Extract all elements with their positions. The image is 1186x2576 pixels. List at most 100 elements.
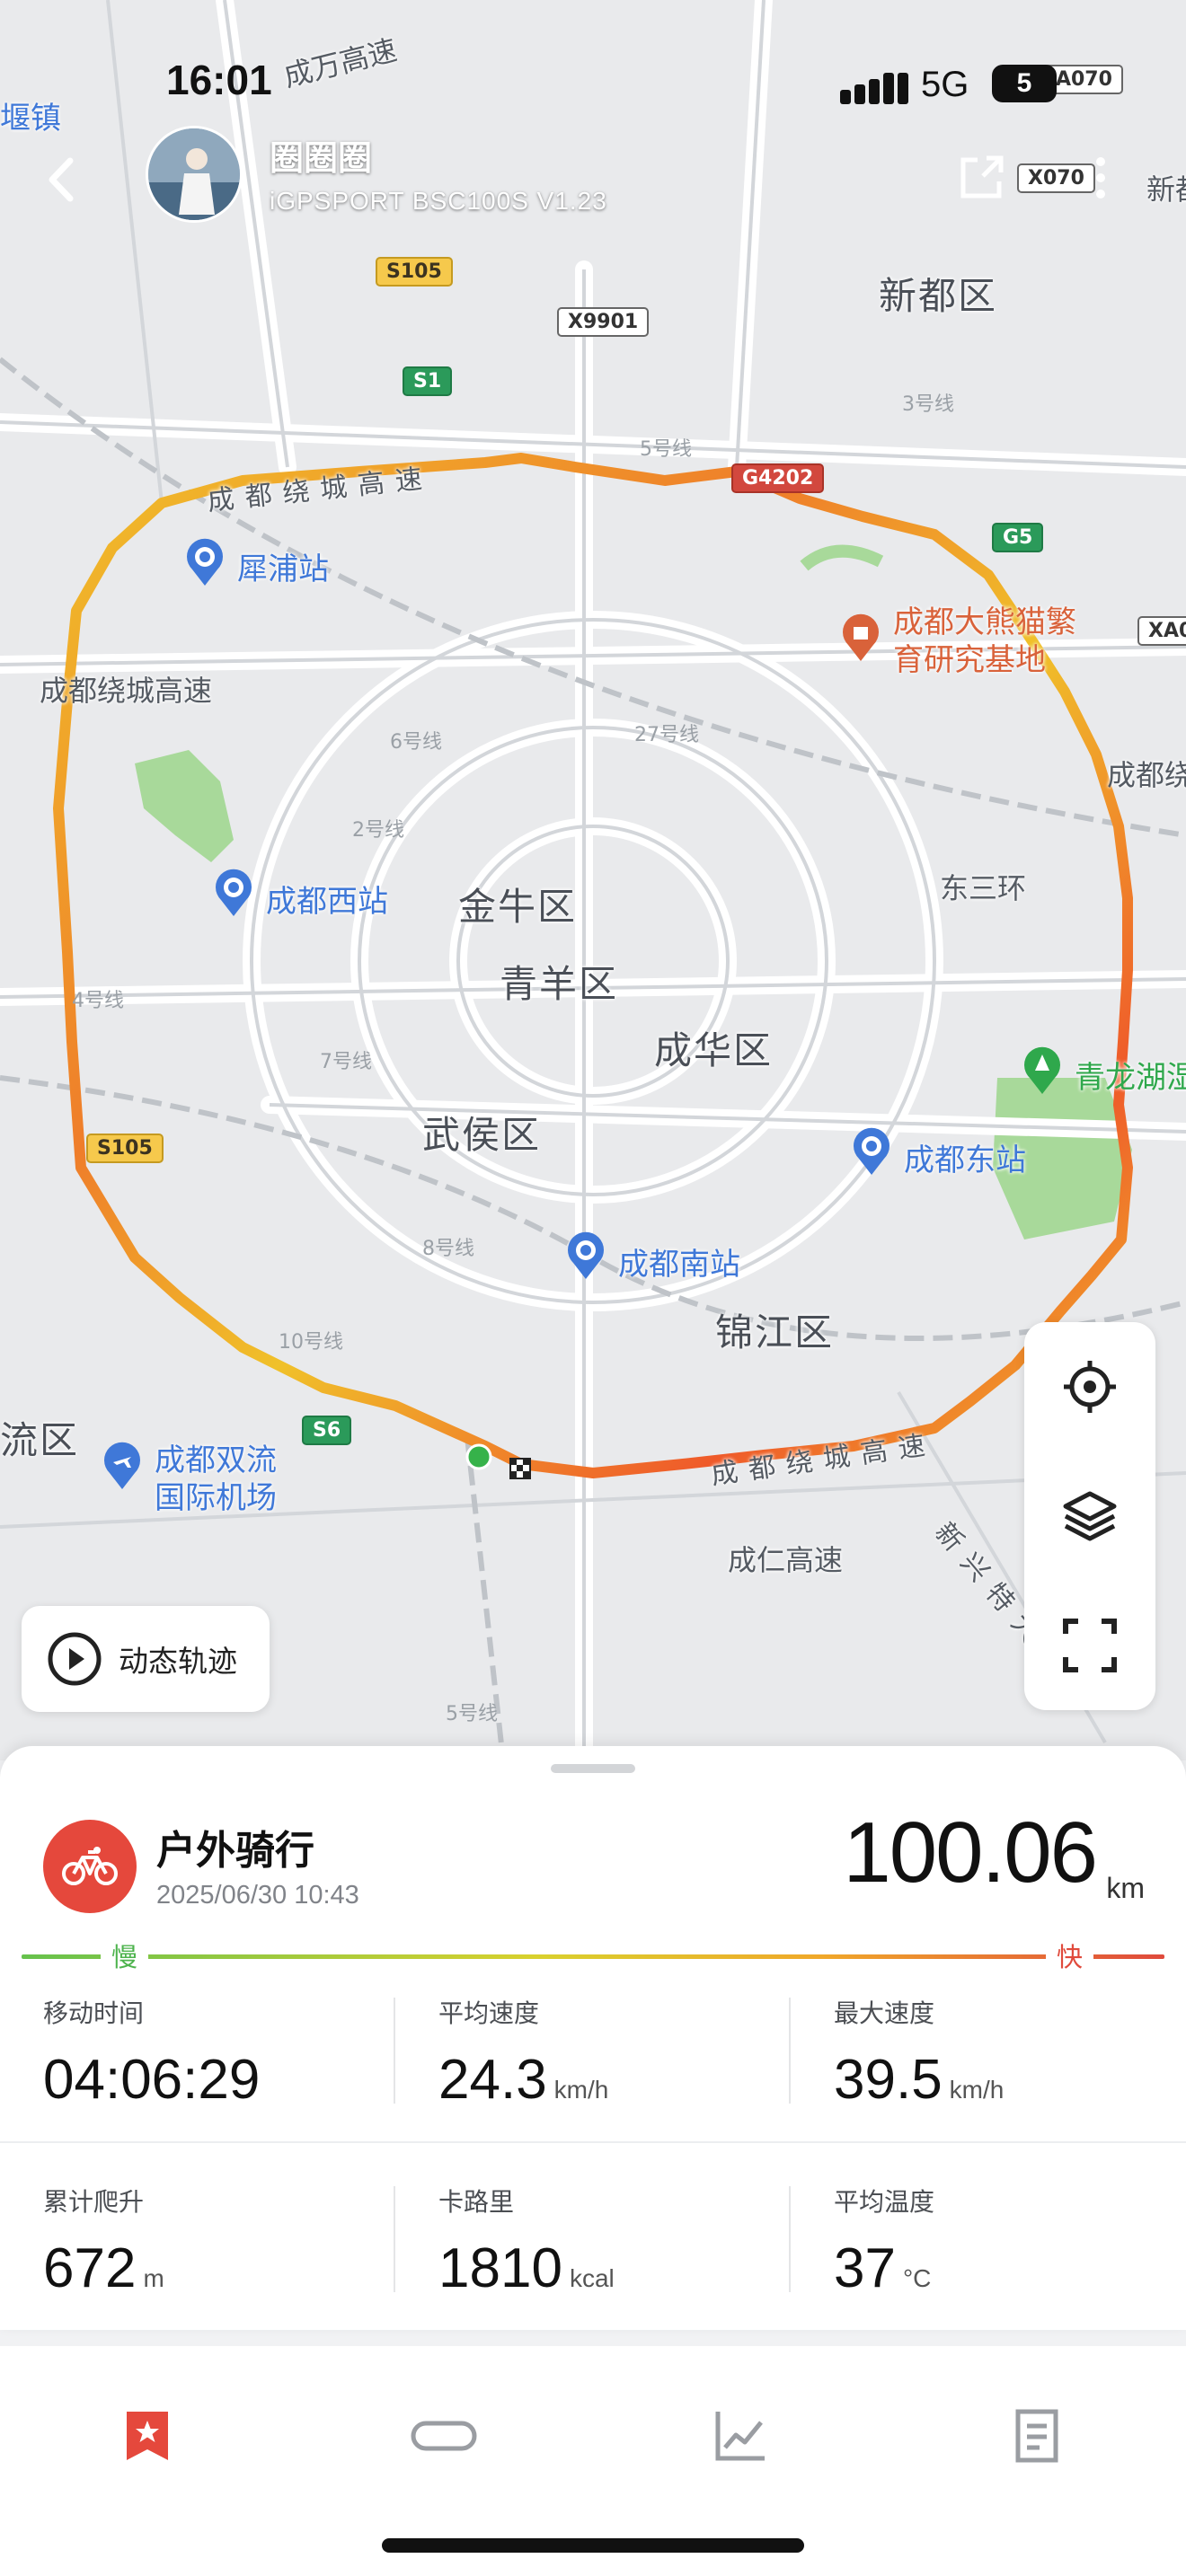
stat-elevation-gain: 累计爬升 672 m — [43, 2183, 438, 2326]
tab-charts[interactable] — [651, 2382, 830, 2490]
poi-label: 犀浦站 — [237, 551, 329, 587]
stat-moving-time: 移动时间 04:06:29 — [43, 1994, 438, 2138]
stat-unit: km/h — [553, 2076, 609, 2104]
battery-indicator: 5 — [992, 65, 1057, 102]
divider — [0, 2141, 1186, 2143]
stat-name: 累计爬升 — [43, 2187, 145, 2217]
panda-base-icon — [839, 613, 882, 663]
road-shield: X9901 — [557, 307, 650, 337]
stat-name: 最大速度 — [834, 1998, 935, 2028]
divider — [394, 1998, 395, 2104]
metro-label: 2号线 — [352, 819, 404, 842]
divider — [789, 2186, 791, 2292]
lap-icon — [411, 2421, 477, 2451]
more-vertical-icon — [1096, 157, 1105, 198]
activity-summary-sheet: 户外骑行 2025/06/30 10:43 100.06 km 慢 快 移动时间… — [0, 1746, 1186, 2330]
district-label: 新都区 — [879, 274, 998, 318]
metro-label: 3号线 — [902, 393, 954, 416]
stat-value: 37 — [834, 2237, 896, 2299]
stat-unit: °C — [902, 2264, 932, 2292]
stat-unit: kcal — [569, 2264, 615, 2292]
bottom-tab-bar — [0, 2346, 1186, 2576]
train-station-icon — [212, 868, 255, 918]
divider — [394, 2186, 395, 2292]
network-type: 5G — [921, 65, 969, 104]
metro-label: 4号线 — [72, 990, 124, 1012]
stat-calories: 卡路里 1810 kcal — [438, 2183, 834, 2326]
metro-label: 7号线 — [320, 1051, 372, 1073]
stat-name: 平均速度 — [438, 1998, 540, 2028]
airport-icon — [101, 1441, 144, 1491]
district-label: 青羊区 — [500, 962, 619, 1006]
chart-icon — [715, 2412, 765, 2461]
stat-name: 平均温度 — [834, 2187, 935, 2217]
distance-unit: km — [1106, 1872, 1145, 1904]
stat-name: 移动时间 — [43, 1998, 145, 2028]
train-station-icon — [183, 537, 226, 587]
stat-value: 672 — [43, 2237, 137, 2299]
stat-value: 1810 — [438, 2237, 562, 2299]
share-button[interactable] — [954, 151, 1008, 205]
chevron-left-icon — [49, 157, 74, 202]
more-button[interactable] — [1087, 151, 1114, 205]
road-shield: S1 — [403, 366, 453, 396]
route-start-marker — [465, 1443, 492, 1470]
road-label: 成仁高速 — [728, 1543, 844, 1577]
tab-laps[interactable] — [354, 2382, 534, 2490]
home-indicator[interactable] — [382, 2538, 804, 2553]
metro-label: 5号线 — [640, 438, 692, 461]
status-time: 16:01 — [166, 57, 272, 103]
poi-label: 育研究基地 — [893, 642, 1046, 678]
avatar[interactable] — [146, 126, 243, 223]
road-shield: G4202 — [731, 463, 825, 493]
road-shield: X070 — [1017, 163, 1095, 193]
stat-avg-speed: 平均速度 24.3 km/h — [438, 1994, 834, 2138]
road-label: 成都绕城高速 — [1107, 758, 1186, 792]
dynamic-track-button[interactable]: 动态轨迹 — [22, 1606, 270, 1712]
metro-label: 27号线 — [634, 724, 699, 746]
speed-fast-label: 快 — [1046, 1936, 1094, 1974]
dynamic-track-label: 动态轨迹 — [119, 1644, 237, 1679]
stat-value: 24.3 — [438, 2049, 547, 2111]
user-name: 圈圈圈 — [270, 138, 373, 178]
poi-label: 成都大熊猫繁 — [893, 604, 1076, 640]
activity-type: 户外骑行 — [156, 1828, 314, 1874]
activity-distance: 100.06 — [843, 1804, 1098, 1901]
road-label: 东三环 — [940, 871, 1027, 905]
road-shield: XA0 — [1137, 616, 1186, 646]
park-icon — [1021, 1045, 1064, 1096]
road-shield: S6 — [302, 1416, 352, 1445]
share-icon — [960, 155, 1004, 198]
stat-value: 04:06:29 — [43, 2049, 261, 2111]
tab-summary[interactable] — [58, 2382, 237, 2490]
activity-datetime: 2025/06/30 10:43 — [156, 1881, 359, 1910]
poi-label: 国际机场 — [155, 1480, 277, 1516]
locate-button[interactable] — [1024, 1322, 1155, 1451]
poi-label: 成都东站 — [904, 1142, 1026, 1178]
poi-label: 青龙湖湿 — [1075, 1060, 1186, 1096]
district-label: 锦江区 — [715, 1310, 835, 1354]
sheet-drag-handle[interactable] — [551, 1764, 635, 1773]
metro-label: 8号线 — [422, 1238, 474, 1260]
road-label: 新都 京昆高速 — [1146, 172, 1186, 207]
fullscreen-icon — [1063, 1619, 1117, 1672]
fullscreen-button[interactable] — [1024, 1581, 1155, 1710]
metro-label: 6号线 — [390, 731, 442, 754]
layers-icon — [1063, 1491, 1117, 1541]
stat-unit: km/h — [949, 2076, 1005, 2104]
road-shield: G5 — [992, 523, 1044, 552]
cycling-icon — [43, 1820, 137, 1913]
train-station-icon — [850, 1126, 893, 1177]
train-station-icon — [564, 1231, 607, 1281]
layers-button[interactable] — [1024, 1451, 1155, 1581]
speed-slow-label: 慢 — [101, 1936, 149, 1974]
map-tools-panel — [1024, 1322, 1155, 1710]
cellular-signal-icon — [840, 73, 908, 104]
tab-details[interactable] — [947, 2382, 1127, 2490]
bookmark-star-icon — [127, 2412, 168, 2460]
play-circle-icon — [48, 1632, 102, 1686]
road-shield: S105 — [376, 257, 453, 287]
stat-max-speed: 最大速度 39.5 km/h — [834, 1994, 1186, 2138]
back-button[interactable] — [36, 148, 90, 211]
route-map[interactable]: 新都区 金牛区 青羊区 成华区 武侯区 锦江区 流区 犀浦站 成都西站 成都东站… — [0, 0, 1186, 1760]
